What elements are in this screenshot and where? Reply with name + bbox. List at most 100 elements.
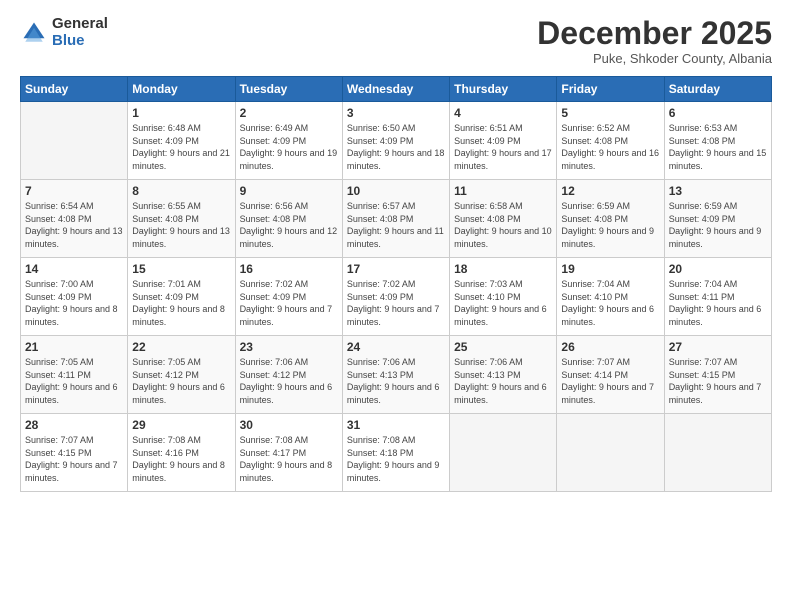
day-info: Sunrise: 6:51 AMSunset: 4:09 PMDaylight:… [454,122,552,172]
day-number: 31 [347,418,445,432]
day-info: Sunrise: 7:06 AMSunset: 4:12 PMDaylight:… [240,356,338,406]
weekday-header-sunday: Sunday [21,77,128,102]
day-number: 8 [132,184,230,198]
header: General Blue December 2025 Puke, Shkoder… [20,16,772,66]
day-number: 12 [561,184,659,198]
day-number: 21 [25,340,123,354]
day-number: 10 [347,184,445,198]
page: General Blue December 2025 Puke, Shkoder… [0,0,792,612]
calendar-cell-w3-d4: 25 Sunrise: 7:06 AMSunset: 4:13 PMDayligh… [450,336,557,414]
calendar-week-2: 14 Sunrise: 7:00 AMSunset: 4:09 PMDayligh… [21,258,772,336]
day-number: 19 [561,262,659,276]
day-number: 11 [454,184,552,198]
weekday-header-thursday: Thursday [450,77,557,102]
calendar-cell-w4-d6 [664,414,771,492]
calendar-cell-w1-d2: 9Sunrise: 6:56 AMSunset: 4:08 PMDaylight… [235,180,342,258]
day-number: 1 [132,106,230,120]
day-number: 5 [561,106,659,120]
calendar-cell-w3-d5: 26 Sunrise: 7:07 AMSunset: 4:14 PMDayligh… [557,336,664,414]
weekday-header-friday: Friday [557,77,664,102]
calendar-cell-w4-d3: 31Sunrise: 7:08 AMSunset: 4:18 PMDayligh… [342,414,449,492]
calendar-cell-w2-d4: 18 Sunrise: 7:03 AMSunset: 4:10 PMDayligh… [450,258,557,336]
day-info: Sunrise: 7:01 AMSunset: 4:09 PMDaylight:… [132,278,230,328]
day-info: Sunrise: 7:06 AMSunset: 4:13 PMDaylight:… [454,356,552,406]
day-info: Sunrise: 7:02 AMSunset: 4:09 PMDaylight:… [347,278,445,328]
weekday-header-monday: Monday [128,77,235,102]
calendar-cell-w0-d6: 6 Sunrise: 6:53 AMSunset: 4:08 PMDaylight… [664,102,771,180]
calendar-cell-w3-d3: 24 Sunrise: 7:06 AMSunset: 4:13 PMDayligh… [342,336,449,414]
calendar-week-0: 1 Sunrise: 6:48 AMSunset: 4:09 PMDaylight… [21,102,772,180]
title-block: December 2025 Puke, Shkoder County, Alba… [537,16,772,66]
day-number: 29 [132,418,230,432]
day-info: Sunrise: 7:02 AMSunset: 4:09 PMDaylight:… [240,278,338,328]
calendar-cell-w4-d0: 28 Sunrise: 7:07 AMSunset: 4:15 PMDayligh… [21,414,128,492]
calendar-week-3: 21Sunrise: 7:05 AMSunset: 4:11 PMDayligh… [21,336,772,414]
day-info: Sunrise: 6:53 AMSunset: 4:08 PMDaylight:… [669,122,767,172]
calendar-cell-w0-d2: 2 Sunrise: 6:49 AMSunset: 4:09 PMDaylight… [235,102,342,180]
day-info: Sunrise: 6:54 AMSunset: 4:08 PMDaylight:… [25,200,123,250]
calendar-cell-w2-d2: 16Sunrise: 7:02 AMSunset: 4:09 PMDayligh… [235,258,342,336]
calendar-cell-w2-d1: 15 Sunrise: 7:01 AMSunset: 4:09 PMDayligh… [128,258,235,336]
month-title: December 2025 [537,16,772,51]
calendar-cell-w4-d2: 30 Sunrise: 7:08 AMSunset: 4:17 PMDayligh… [235,414,342,492]
calendar-cell-w1-d0: 7 Sunrise: 6:54 AMSunset: 4:08 PMDaylight… [21,180,128,258]
day-number: 28 [25,418,123,432]
day-info: Sunrise: 6:55 AMSunset: 4:08 PMDaylight:… [132,200,230,250]
day-info: Sunrise: 6:59 AMSunset: 4:08 PMDaylight:… [561,200,659,250]
logo-blue: Blue [52,33,108,50]
day-info: Sunrise: 7:04 AMSunset: 4:10 PMDaylight:… [561,278,659,328]
day-info: Sunrise: 6:57 AMSunset: 4:08 PMDaylight:… [347,200,445,250]
day-number: 30 [240,418,338,432]
calendar-cell-w3-d2: 23 Sunrise: 7:06 AMSunset: 4:12 PMDayligh… [235,336,342,414]
day-info: Sunrise: 6:56 AMSunset: 4:08 PMDaylight:… [240,200,338,250]
day-number: 15 [132,262,230,276]
calendar-cell-w0-d4: 4 Sunrise: 6:51 AMSunset: 4:09 PMDaylight… [450,102,557,180]
day-number: 7 [25,184,123,198]
day-number: 26 [561,340,659,354]
day-info: Sunrise: 7:08 AMSunset: 4:17 PMDaylight:… [240,434,338,484]
day-number: 24 [347,340,445,354]
calendar-cell-w3-d0: 21Sunrise: 7:05 AMSunset: 4:11 PMDayligh… [21,336,128,414]
calendar-cell-w4-d1: 29Sunrise: 7:08 AMSunset: 4:16 PMDayligh… [128,414,235,492]
calendar-week-1: 7 Sunrise: 6:54 AMSunset: 4:08 PMDaylight… [21,180,772,258]
day-number: 18 [454,262,552,276]
calendar-cell-w4-d4 [450,414,557,492]
day-number: 25 [454,340,552,354]
logo-general: General [52,16,108,33]
day-info: Sunrise: 6:52 AMSunset: 4:08 PMDaylight:… [561,122,659,172]
day-info: Sunrise: 6:49 AMSunset: 4:09 PMDaylight:… [240,122,338,172]
weekday-header-wednesday: Wednesday [342,77,449,102]
day-info: Sunrise: 7:07 AMSunset: 4:15 PMDaylight:… [669,356,767,406]
calendar-cell-w3-d6: 27 Sunrise: 7:07 AMSunset: 4:15 PMDayligh… [664,336,771,414]
calendar-cell-w2-d5: 19 Sunrise: 7:04 AMSunset: 4:10 PMDayligh… [557,258,664,336]
day-info: Sunrise: 7:06 AMSunset: 4:13 PMDaylight:… [347,356,445,406]
calendar-cell-w0-d3: 3Sunrise: 6:50 AMSunset: 4:09 PMDaylight… [342,102,449,180]
calendar-cell-w2-d3: 17 Sunrise: 7:02 AMSunset: 4:09 PMDayligh… [342,258,449,336]
day-info: Sunrise: 7:04 AMSunset: 4:11 PMDaylight:… [669,278,767,328]
calendar-cell-w2-d6: 20Sunrise: 7:04 AMSunset: 4:11 PMDayligh… [664,258,771,336]
day-info: Sunrise: 7:07 AMSunset: 4:15 PMDaylight:… [25,434,123,484]
logo-icon [20,19,48,47]
day-info: Sunrise: 6:48 AMSunset: 4:09 PMDaylight:… [132,122,230,172]
day-number: 23 [240,340,338,354]
calendar-cell-w4-d5 [557,414,664,492]
calendar-week-4: 28 Sunrise: 7:07 AMSunset: 4:15 PMDayligh… [21,414,772,492]
day-number: 4 [454,106,552,120]
day-number: 2 [240,106,338,120]
day-number: 14 [25,262,123,276]
day-info: Sunrise: 7:07 AMSunset: 4:14 PMDaylight:… [561,356,659,406]
day-number: 6 [669,106,767,120]
calendar-cell-w1-d6: 13Sunrise: 6:59 AMSunset: 4:09 PMDayligh… [664,180,771,258]
day-info: Sunrise: 6:59 AMSunset: 4:09 PMDaylight:… [669,200,767,250]
calendar-cell-w0-d0 [21,102,128,180]
day-info: Sunrise: 7:00 AMSunset: 4:09 PMDaylight:… [25,278,123,328]
calendar-cell-w1-d1: 8 Sunrise: 6:55 AMSunset: 4:08 PMDaylight… [128,180,235,258]
calendar-cell-w2-d0: 14 Sunrise: 7:00 AMSunset: 4:09 PMDayligh… [21,258,128,336]
day-info: Sunrise: 7:05 AMSunset: 4:12 PMDaylight:… [132,356,230,406]
day-number: 27 [669,340,767,354]
day-info: Sunrise: 7:03 AMSunset: 4:10 PMDaylight:… [454,278,552,328]
calendar-cell-w0-d5: 5 Sunrise: 6:52 AMSunset: 4:08 PMDaylight… [557,102,664,180]
weekday-header-saturday: Saturday [664,77,771,102]
day-number: 17 [347,262,445,276]
weekday-header-row: SundayMondayTuesdayWednesdayThursdayFrid… [21,77,772,102]
